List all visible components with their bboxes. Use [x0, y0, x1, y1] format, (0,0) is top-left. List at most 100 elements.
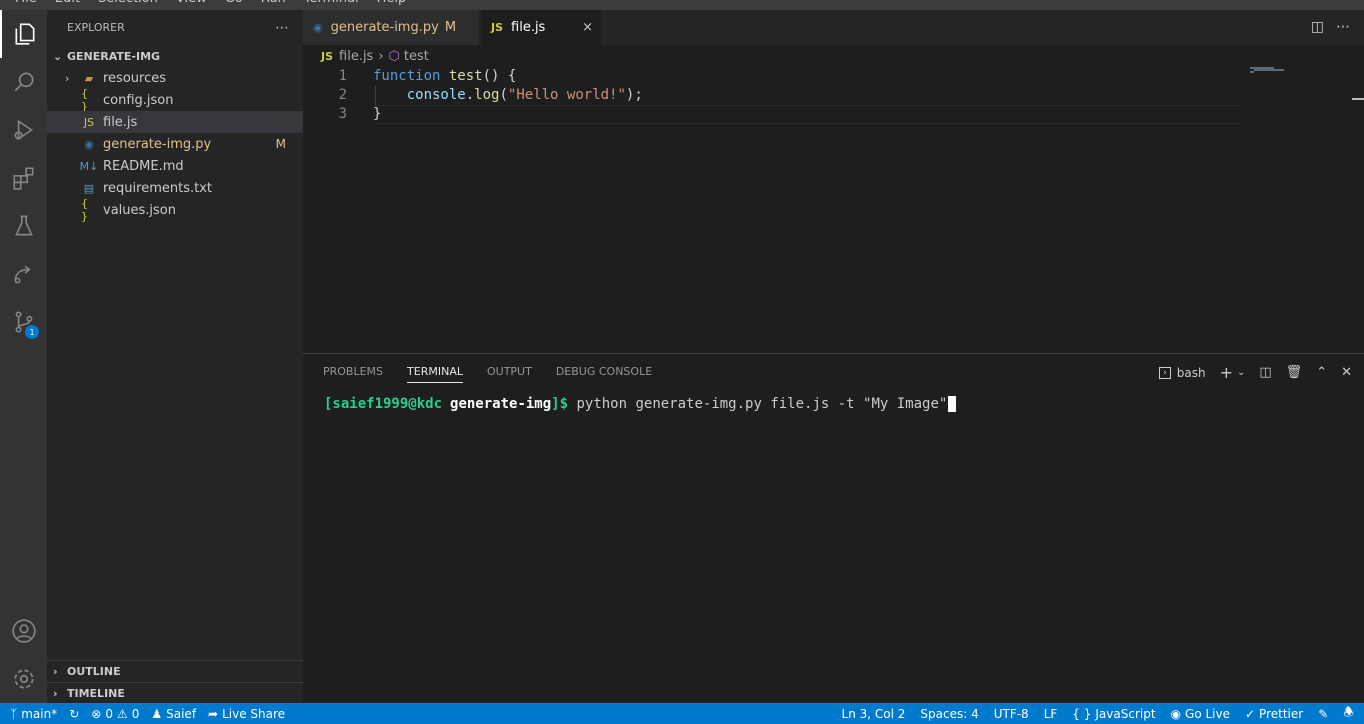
live-share-button[interactable]: ➦ Live Share	[208, 707, 285, 721]
editor-scrollbar[interactable]	[1350, 67, 1364, 353]
panel-tab-debug-console[interactable]: DEBUG CONSOLE	[556, 361, 652, 383]
file-icon: { }	[81, 87, 88, 113]
indentation[interactable]: Spaces: 4	[920, 707, 978, 721]
line-number: 2	[338, 87, 347, 103]
file-icon: { }	[81, 197, 88, 223]
source-control-badge: 1	[25, 325, 39, 339]
chevron-right-icon: ›	[53, 665, 58, 678]
modified-badge: M	[444, 20, 457, 35]
tab-label: file.js	[511, 20, 546, 35]
testing-icon[interactable]	[0, 202, 47, 250]
cursor-position[interactable]: Ln 3, Col 2	[842, 707, 906, 721]
language-label: JavaScript	[1095, 706, 1156, 721]
person-icon: ♟	[151, 706, 163, 721]
timeline-section[interactable]: › TIMELINE	[47, 682, 303, 704]
panel-tab-output[interactable]: OUTPUT	[487, 361, 532, 383]
extensions-icon[interactable]	[0, 154, 47, 202]
tree-item-label: values.json	[103, 202, 176, 218]
manage-gear-icon[interactable]	[0, 655, 47, 703]
breadcrumb-symbol[interactable]: test	[404, 49, 429, 64]
menu-selection[interactable]: Selection	[89, 0, 167, 10]
terminal-line[interactable]: [saief1999@kdc generate-img ]$ python ge…	[324, 396, 957, 412]
accounts-icon[interactable]	[0, 607, 47, 655]
folder-icon: ▰	[84, 71, 94, 85]
source-control-icon[interactable]: 1	[0, 298, 47, 346]
menu-terminal[interactable]: Terminal	[295, 0, 368, 10]
minimap[interactable]	[1250, 67, 1350, 73]
code-token: test	[448, 68, 483, 84]
cursor-position-marker	[1352, 98, 1364, 100]
explorer-icon[interactable]	[0, 10, 47, 58]
language-mode[interactable]: { } JavaScript	[1072, 707, 1155, 721]
folder-name: GENERATE-IMG	[67, 49, 161, 63]
close-panel-icon[interactable]: ✕	[1341, 365, 1352, 380]
menu-edit[interactable]: Edit	[46, 0, 89, 10]
encoding[interactable]: UTF-8	[994, 707, 1029, 721]
code-text: }	[373, 105, 381, 124]
bell-icon[interactable]: 🕭	[1343, 703, 1354, 724]
git-branch[interactable]: ᛉ main*	[10, 707, 57, 721]
new-terminal-icon[interactable]: +	[1220, 363, 1233, 382]
chevron-right-icon: ›	[65, 71, 70, 85]
problems-indicator[interactable]: ⊗ 0 ⚠ 0	[91, 707, 139, 721]
close-icon[interactable]: ×	[582, 20, 593, 35]
prettier-button[interactable]: ✓ Prettier	[1245, 707, 1303, 721]
breadcrumb: JS file.js › ⬡ test	[303, 45, 1364, 67]
status-bar: ᛉ main* ↻ ⊗ 0 ⚠ 0 ♟ Saief ➦ Live Share L…	[0, 703, 1364, 724]
line-number: 3	[338, 106, 347, 122]
tree-item-label: README.md	[103, 158, 184, 174]
code-editor[interactable]: 1 function test() { 2 console.log("Hello…	[303, 67, 1364, 353]
go-live-button[interactable]: ◉ Go Live	[1171, 707, 1230, 721]
terminal-command: python generate-img.py file.js -t "My Im…	[568, 396, 948, 412]
end-of-line[interactable]: LF	[1044, 707, 1058, 721]
folder-header[interactable]: ⌄ GENERATE-IMG	[47, 45, 303, 67]
code-line: 2 console.log("Hello world!");	[303, 86, 1243, 105]
tree-item-resources[interactable]: › ▰ resources	[47, 67, 303, 89]
code-token: console	[406, 87, 466, 103]
chevron-right-icon: ›	[53, 687, 58, 700]
menu-file[interactable]: File	[6, 0, 46, 10]
chevron-down-icon[interactable]: ⌄	[1237, 367, 1245, 378]
menu-go[interactable]: Go	[216, 0, 252, 10]
split-terminal-icon[interactable]: ◫	[1259, 365, 1271, 380]
split-editor-icon[interactable]: ◫	[1311, 19, 1324, 35]
more-actions-icon[interactable]: ⋯	[1336, 19, 1350, 35]
outline-section[interactable]: › OUTLINE	[47, 660, 303, 682]
menu-run[interactable]: Run	[252, 0, 295, 10]
feedback-icon[interactable]: ✎	[1318, 707, 1328, 721]
user-indicator[interactable]: ♟ Saief	[151, 707, 196, 721]
more-actions-icon[interactable]: ⋯	[275, 20, 289, 36]
braces-icon: { }	[1072, 706, 1092, 721]
maximize-panel-icon[interactable]: ⌃	[1316, 365, 1327, 380]
remote-explorer-icon[interactable]	[0, 250, 47, 298]
code-token: () {	[482, 68, 517, 84]
warning-icon: ⚠	[116, 706, 128, 721]
tree-item-generate-img-py[interactable]: ◉ generate-img.py M	[47, 133, 303, 155]
share-icon: ➦	[208, 706, 219, 721]
code-token: .	[465, 87, 475, 103]
panel-tab-problems[interactable]: PROBLEMS	[323, 361, 383, 383]
code-text: console.log("Hello world!");	[373, 86, 643, 105]
panel-tab-terminal[interactable]: TERMINAL	[407, 361, 463, 383]
tab-generate-img-py[interactable]: ◉ generate-img.py M	[303, 10, 480, 45]
tree-item-config-json[interactable]: { } config.json	[47, 87, 303, 113]
tree-item-file-js[interactable]: JS file.js	[47, 111, 303, 133]
tree-item-values-json[interactable]: { } values.json	[47, 197, 303, 223]
menu-help[interactable]: Help	[368, 0, 416, 10]
sidebar-title: EXPLORER	[67, 21, 125, 34]
terminal-selector[interactable]: › bash	[1159, 366, 1206, 380]
tab-file-js[interactable]: JS file.js ×	[481, 10, 601, 45]
error-count: 0	[105, 706, 113, 721]
tree-item-requirements-txt[interactable]: ▤ requirements.txt	[47, 177, 303, 199]
file-icon: ◉	[84, 137, 94, 151]
prompt-user: [saief1999@kdc	[324, 396, 443, 412]
sync-icon[interactable]: ↻	[69, 707, 79, 721]
trash-icon[interactable]: 🗑	[1286, 365, 1303, 380]
run-debug-icon[interactable]	[0, 106, 47, 154]
search-icon[interactable]	[0, 58, 47, 106]
tree-item-label: file.js	[103, 114, 138, 130]
breadcrumb-file[interactable]: file.js	[339, 49, 373, 64]
menu-view[interactable]: View	[167, 0, 216, 10]
tree-item-readme-md[interactable]: M↓ README.md	[47, 155, 303, 177]
error-icon: ⊗	[91, 706, 102, 721]
